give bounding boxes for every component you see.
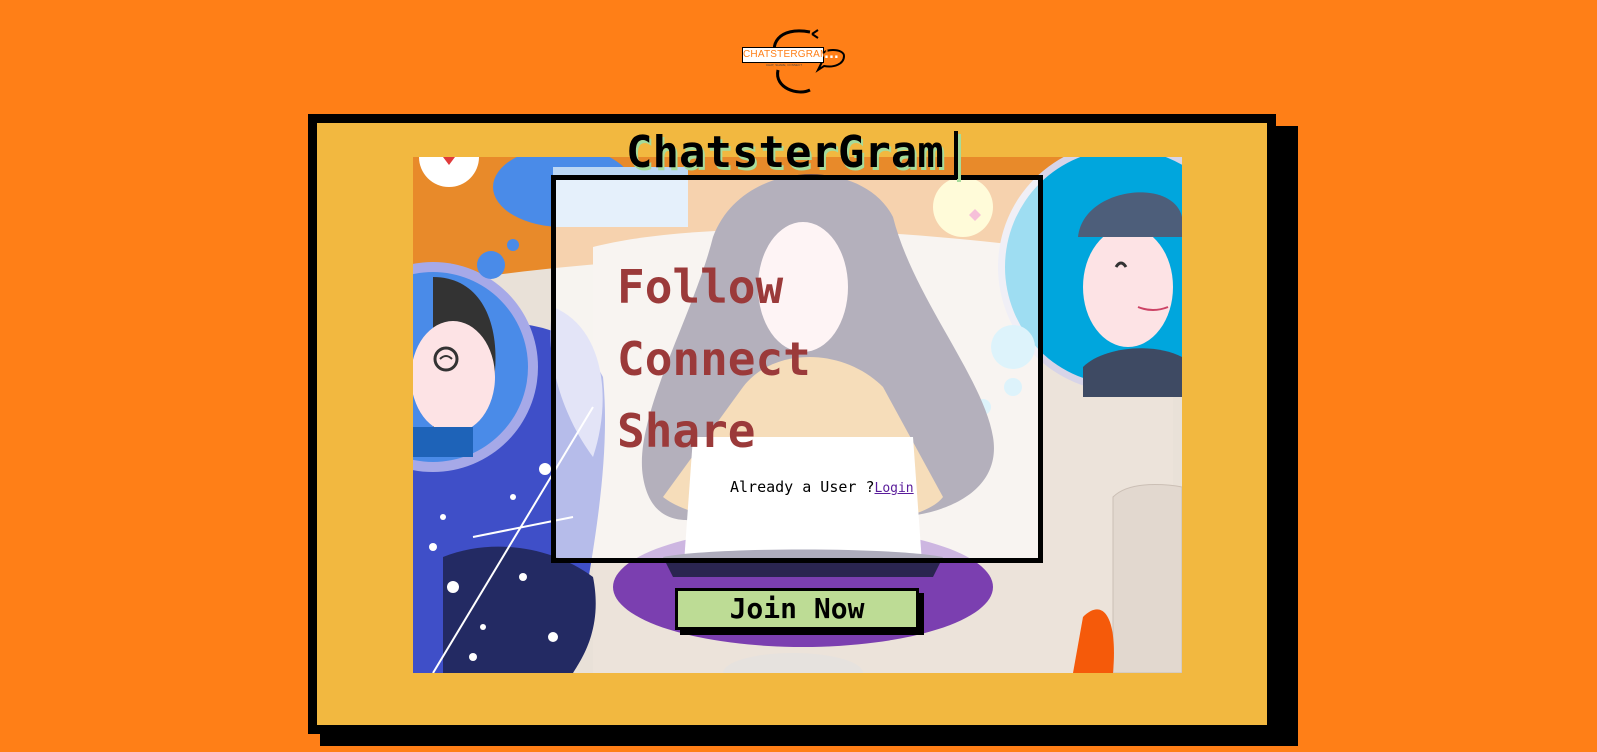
join-now-button[interactable]: Join Now (675, 588, 919, 630)
login-prompt: Already a User ? (730, 478, 875, 496)
logo-dots: ... (824, 47, 839, 62)
logo-wordmark: CHATSTERGRAM (742, 47, 828, 63)
hero-card: Follow Connect Share Already a User ?Log… (551, 175, 1043, 563)
page-title: ChatsterGram (626, 127, 944, 178)
tagline-share: Share (617, 404, 756, 458)
login-link[interactable]: Login (875, 481, 914, 496)
tagline-follow: Follow (617, 260, 784, 314)
tagline-connect: Connect (617, 332, 811, 386)
site-logo[interactable]: CHATSTERGRAM CHAT, SHARE, CONNECT ... (738, 26, 862, 98)
login-prompt-row: Already a User ?Login (730, 478, 914, 496)
logo-subtext: CHAT, SHARE, CONNECT (765, 63, 803, 67)
typing-cursor (954, 131, 958, 179)
